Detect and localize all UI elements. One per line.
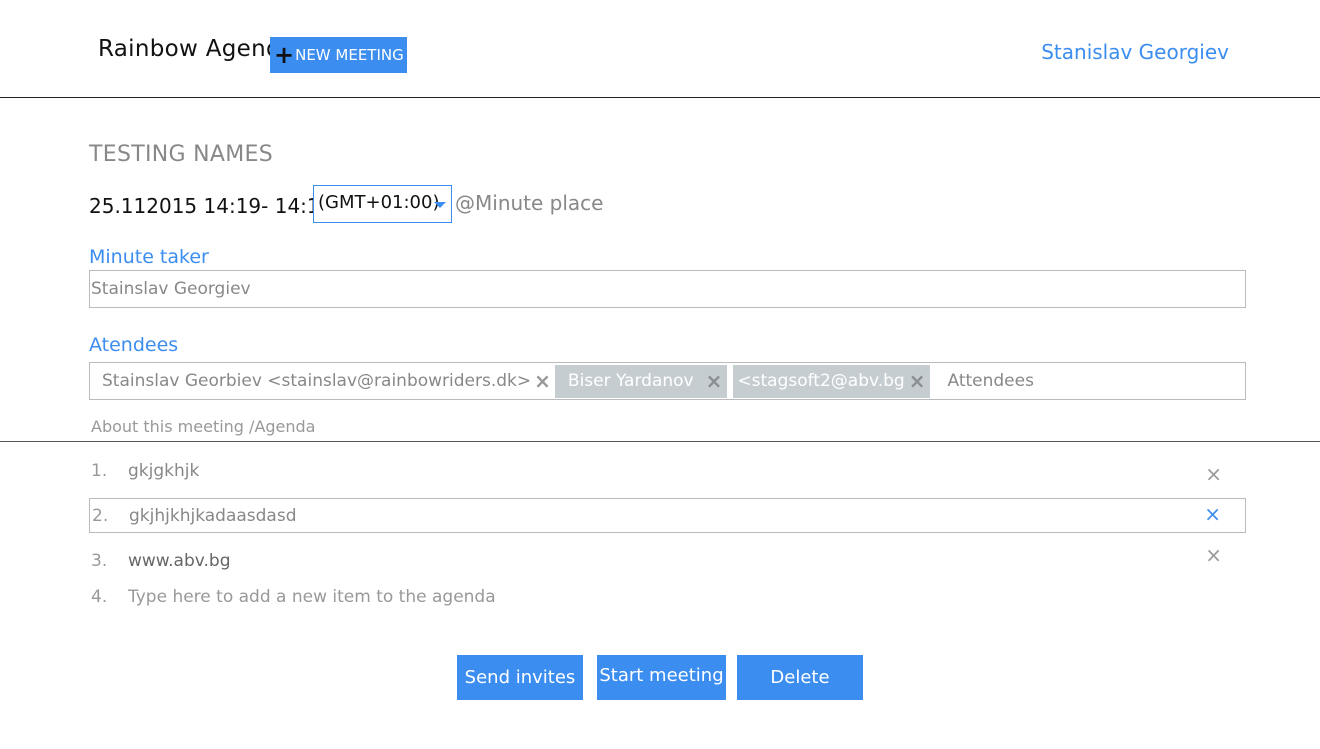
agenda-item[interactable]: 2. gkjhjkhjkadaasdasd ×: [89, 498, 1246, 533]
meeting-datetime[interactable]: 25.112015 14:19- 14:19: [89, 194, 332, 218]
close-icon[interactable]: ×: [1205, 462, 1222, 486]
attendees-label: Atendees: [89, 334, 179, 356]
agenda-item-text[interactable]: www.abv.bg: [128, 551, 1246, 571]
send-invites-button[interactable]: Send invites: [457, 655, 583, 700]
agenda-item-number: 4.: [91, 586, 108, 607]
divider: [0, 441, 1320, 442]
agenda-new-item[interactable]: 4. Type here to add a new item to the ag…: [89, 579, 1246, 614]
attendee-tag: Biser Yardanov ×: [554, 364, 728, 398]
agenda-item-number: 1.: [91, 460, 108, 481]
agenda-item-number: 2.: [92, 505, 109, 526]
meeting-place[interactable]: @Minute place: [455, 191, 603, 215]
attendees-text-input[interactable]: Attendees: [947, 371, 1033, 391]
attendees-input[interactable]: Stainslav Georbiev <stainslav@rainbowrid…: [89, 362, 1246, 400]
attendee-tag: Stainslav Georbiev <stainslav@rainbowrid…: [102, 363, 551, 399]
agenda-item-text[interactable]: gkjgkhjk: [128, 461, 1246, 481]
new-meeting-button[interactable]: + NEW MEETING: [270, 37, 407, 73]
attendee-tag: <stagsoft2@abv.bg ×: [733, 364, 931, 398]
user-profile-link[interactable]: Stanislav Georgiev: [1041, 40, 1229, 64]
agenda-item-text[interactable]: gkjhjkhjkadaasdasd: [129, 506, 1245, 526]
app-brand: Rainbow Agenda: [98, 36, 296, 62]
minute-taker-input[interactable]: Stainslav Georgiev: [89, 270, 1246, 308]
agenda-heading: About this meeting /Agenda: [91, 417, 316, 436]
agenda-item[interactable]: 1. gkjgkhjk ×: [89, 453, 1246, 488]
timezone-value: (GMT+01:00): [318, 192, 440, 213]
attendee-tag-label: <stagsoft2@abv.bg: [737, 371, 905, 391]
close-icon[interactable]: ×: [534, 369, 551, 393]
meeting-title[interactable]: TESTING NAMES: [89, 142, 273, 167]
delete-button[interactable]: Delete: [737, 655, 863, 700]
close-icon[interactable]: ×: [1204, 502, 1221, 526]
attendee-tag-label: Biser Yardanov: [567, 371, 694, 391]
plus-icon: +: [274, 41, 295, 69]
agenda-item-number: 3.: [91, 550, 108, 571]
new-meeting-label: NEW MEETING: [295, 46, 404, 64]
close-icon[interactable]: ×: [1205, 543, 1222, 567]
minute-taker-label: Minute taker: [89, 246, 209, 268]
timezone-select[interactable]: (GMT+01:00): [313, 185, 452, 223]
caret-down-icon: [434, 202, 446, 208]
agenda-new-item-input[interactable]: Type here to add a new item to the agend…: [128, 587, 1246, 607]
attendee-tag-label: Stainslav Georbiev <stainslav@rainbowrid…: [102, 371, 532, 391]
app-header: Rainbow Agenda + NEW MEETING Stanislav G…: [0, 0, 1320, 98]
start-meeting-button[interactable]: Start meeting: [597, 655, 726, 700]
agenda-item[interactable]: 3. www.abv.bg ×: [89, 543, 1246, 578]
close-icon[interactable]: ×: [909, 369, 926, 393]
close-icon[interactable]: ×: [706, 369, 723, 393]
